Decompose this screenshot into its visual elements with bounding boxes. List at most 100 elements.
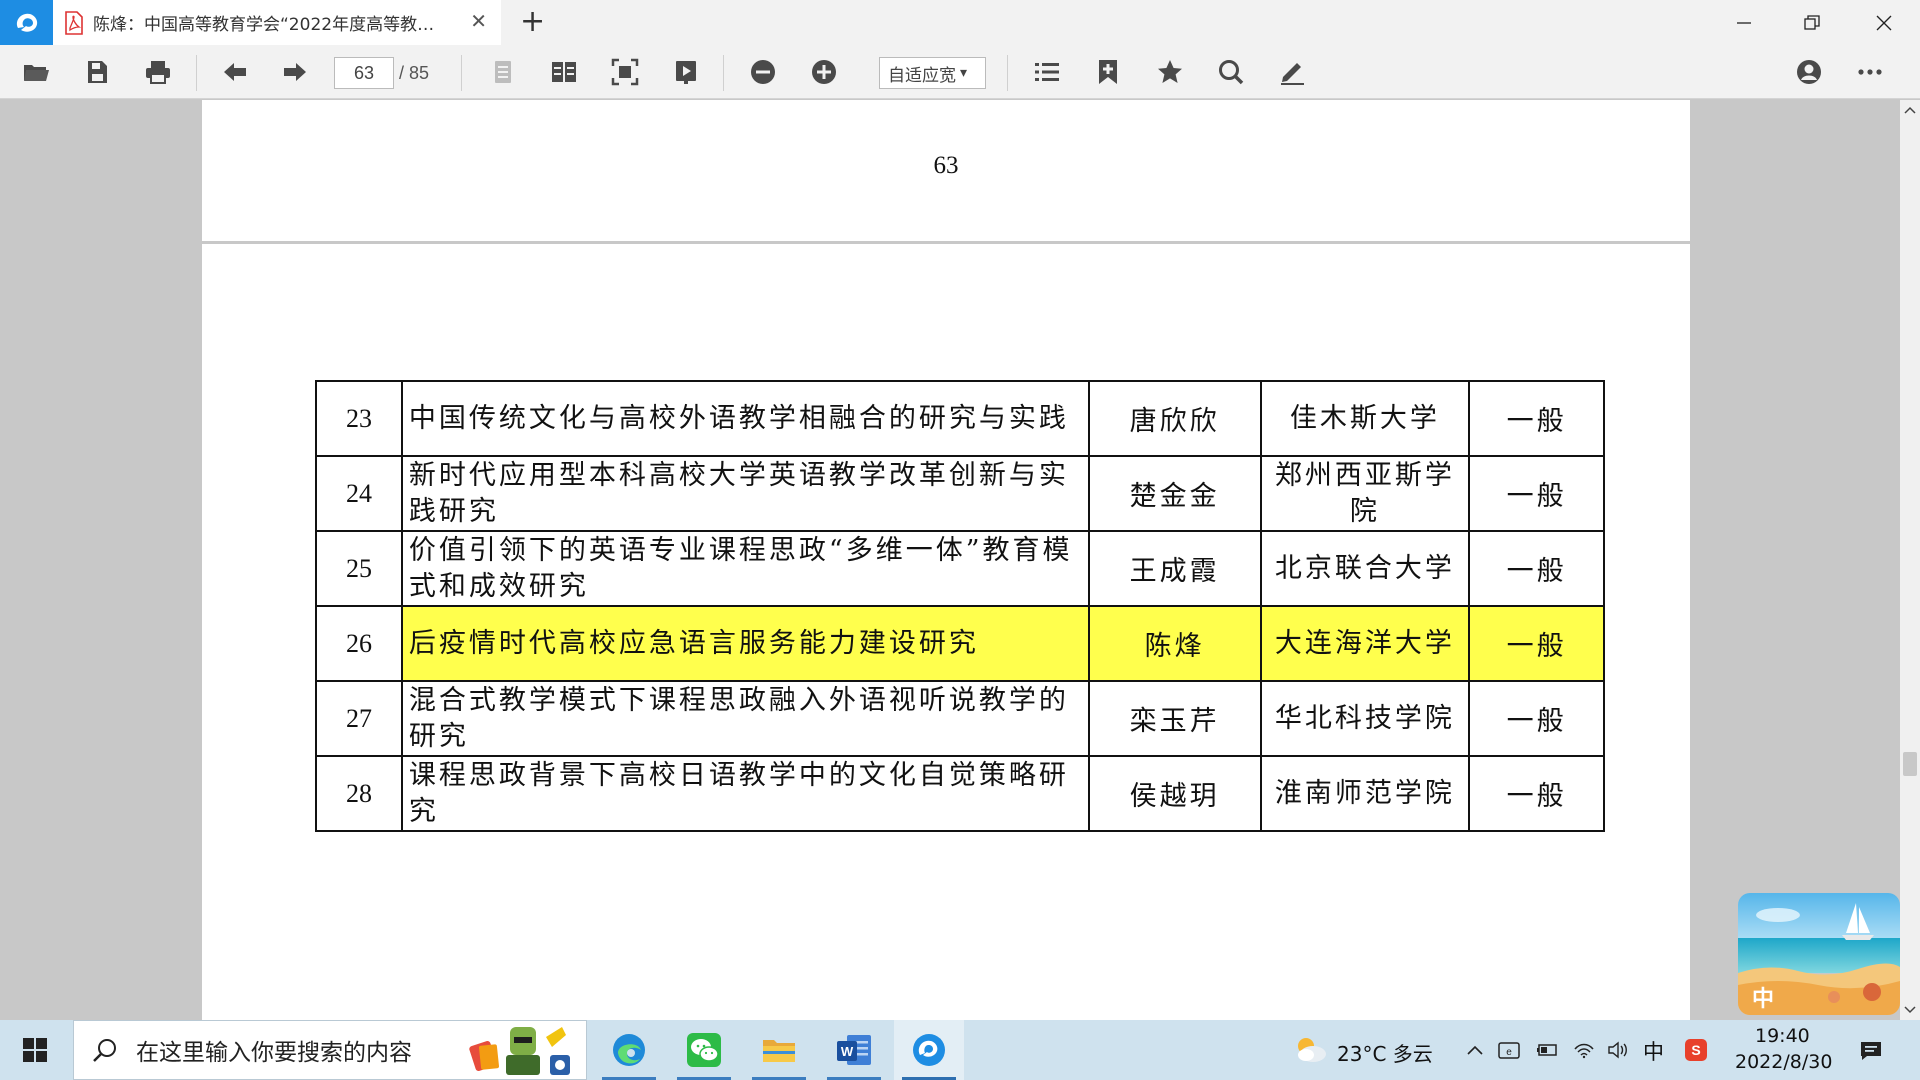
row-number-cell: 26 [315,605,403,682]
row-number: 23 [345,403,372,433]
fit-page-icon[interactable] [608,56,642,88]
current-page: 23 中国传统文化与高校外语教学相融合的研究与实践 唐欣欣 佳木斯大学 一般 24 新时代应… [202,244,1690,1020]
edge-browser-icon[interactable] [594,1020,664,1080]
new-tab-button[interactable]: + [520,4,545,40]
battery-icon[interactable] [1535,1038,1559,1062]
row-number-cell: 25 [315,530,403,607]
project-level: 一般 [1506,631,1567,662]
cloudy-weather-icon [1298,1038,1326,1062]
sogou-input-icon[interactable]: S [1684,1038,1708,1062]
row-number-cell: 28 [315,755,403,832]
wechat-icon[interactable] [669,1020,739,1080]
bookmark-icon[interactable] [1091,56,1125,88]
zoom-select-label: 自适应宽 [888,65,956,86]
project-table: 23 中国传统文化与高校外语教学相融合的研究与实践 唐欣欣 佳木斯大学 一般 24 新时代应… [315,380,1605,832]
table-row: 28 课程思政背景下高校日语教学中的文化自觉策略研究 侯越玥 淮南师范学院 一般 [315,755,1605,832]
page-number-input[interactable] [334,57,394,89]
print-icon[interactable] [141,56,175,88]
project-title-cell: 新时代应用型本科高校大学英语教学改革创新与实践研究 [400,455,1090,532]
zoom-in-icon[interactable] [807,56,841,88]
more-options-icon[interactable] [1853,56,1887,88]
project-title: 新时代应用型本科高校大学英语教学改革创新与实践研究 [408,459,1069,527]
vertical-scrollbar[interactable] [1900,100,1920,1020]
close-window-button[interactable] [1850,0,1918,45]
row-number-cell: 27 [315,680,403,757]
close-tab-icon[interactable]: ✕ [470,9,487,33]
pdf-reader-taskbar-icon[interactable] [894,1020,964,1080]
clock-time[interactable]: 19:40 [1755,1025,1810,1047]
word-icon[interactable]: W [819,1020,889,1080]
wifi-icon[interactable] [1572,1038,1596,1062]
document-viewer[interactable]: 63 23 中国传统文化与高校外语教学相融合的研究与实践 唐欣欣 佳木斯大学 一般 24 新… [0,100,1900,1020]
project-title: 价值引领下的英语专业课程思政“多维一体”教育模式和成效研究 [408,534,1073,602]
zoom-out-icon[interactable] [746,56,780,88]
presentation-icon[interactable] [669,56,703,88]
leader-name-cell: 栾玉芹 [1087,680,1262,757]
project-title-cell: 课程思政背景下高校日语教学中的文化自觉策略研究 [400,755,1090,832]
project-level: 一般 [1506,406,1567,437]
search-placeholder: 在这里输入你要搜索的内容 [136,1040,412,1066]
search-icon[interactable] [1214,56,1248,88]
chevron-down-icon: ▾ [960,65,968,81]
leader-name: 栾玉芹 [1129,706,1220,737]
institution-cell: 郑州西亚斯学院 [1259,455,1471,532]
save-icon[interactable] [80,56,114,88]
institution-cell: 大连海洋大学 [1259,605,1471,682]
floating-beach-widget[interactable]: 中 [1738,893,1900,1015]
document-tab[interactable]: 陈烽：中国高等教育学会“2022年度高等教… ✕ [53,0,501,45]
input-method-indicator[interactable]: 中 [1643,1036,1664,1066]
project-level-cell: 一般 [1468,455,1605,532]
next-page-icon[interactable] [278,56,312,88]
leader-name: 唐欣欣 [1129,406,1220,437]
previous-page: 63 [202,100,1690,241]
restore-button[interactable] [1778,0,1846,45]
leader-name: 楚金金 [1129,481,1220,512]
weather-text[interactable]: 23°C 多云 [1337,1038,1433,1067]
project-level-cell: 一般 [1468,680,1605,757]
leader-name-cell: 唐欣欣 [1087,380,1262,457]
page-total: / 85 [399,63,430,83]
volume-icon[interactable] [1606,1038,1630,1062]
clock-date[interactable]: 2022/8/30 [1735,1051,1832,1073]
app-logo-icon[interactable] [0,0,53,45]
scroll-up-icon[interactable] [1900,100,1920,120]
scroll-thumb[interactable] [1903,752,1917,776]
row-number-cell: 23 [315,380,403,457]
table-row: 26 后疫情时代高校应急语言服务能力建设研究 陈烽 大连海洋大学 一般 [315,605,1605,682]
taskbar: 在这里输入你要搜索的内容 W 23°C 多云 e 中 S 19:40 2022/… [0,1020,1920,1080]
project-level-cell: 一般 [1468,605,1605,682]
project-level: 一般 [1506,556,1567,587]
tray-app-icon[interactable]: e [1497,1038,1521,1062]
institution: 大连海洋大学 [1274,627,1455,659]
taskbar-search-box[interactable]: 在这里输入你要搜索的内容 [73,1020,587,1080]
project-level-cell: 一般 [1468,755,1605,832]
institution-cell: 淮南师范学院 [1259,755,1471,832]
zoom-select[interactable]: 自适应宽 ▾ [879,57,986,89]
file-explorer-icon[interactable] [744,1020,814,1080]
favorite-star-icon[interactable] [1153,56,1187,88]
minimize-button[interactable] [1710,0,1778,45]
row-number: 26 [345,628,372,658]
table-row: 24 新时代应用型本科高校大学英语教学改革创新与实践研究 楚金金 郑州西亚斯学院 一般 [315,455,1605,532]
leader-name: 陈烽 [1144,631,1205,662]
institution: 淮南师范学院 [1274,777,1455,809]
outline-list-icon[interactable] [1030,56,1064,88]
open-folder-icon[interactable] [19,56,53,88]
scroll-down-icon[interactable] [1900,1000,1920,1020]
institution-cell: 北京联合大学 [1259,530,1471,607]
search-highlight-illustration-icon [469,1027,570,1075]
annotate-pen-icon[interactable] [1275,56,1309,88]
tab-title: 陈烽：中国高等教育学会“2022年度高等教… [93,15,435,35]
svg-text:W: W [841,1044,854,1059]
project-title-cell: 价值引领下的英语专业课程思政“多维一体”教育模式和成效研究 [400,530,1090,607]
account-icon[interactable] [1792,56,1826,88]
previous-page-icon[interactable] [218,56,252,88]
project-level: 一般 [1506,781,1567,812]
two-page-icon[interactable] [547,56,581,88]
show-hidden-icons-chevron-icon[interactable] [1463,1038,1487,1062]
page-number-label: 63 [933,152,959,179]
notification-center-icon[interactable] [1857,1037,1885,1065]
single-page-icon[interactable] [486,56,520,88]
windows-start-icon[interactable] [0,1020,70,1080]
project-title-cell: 混合式教学模式下课程思政融入外语视听说教学的研究 [400,680,1090,757]
